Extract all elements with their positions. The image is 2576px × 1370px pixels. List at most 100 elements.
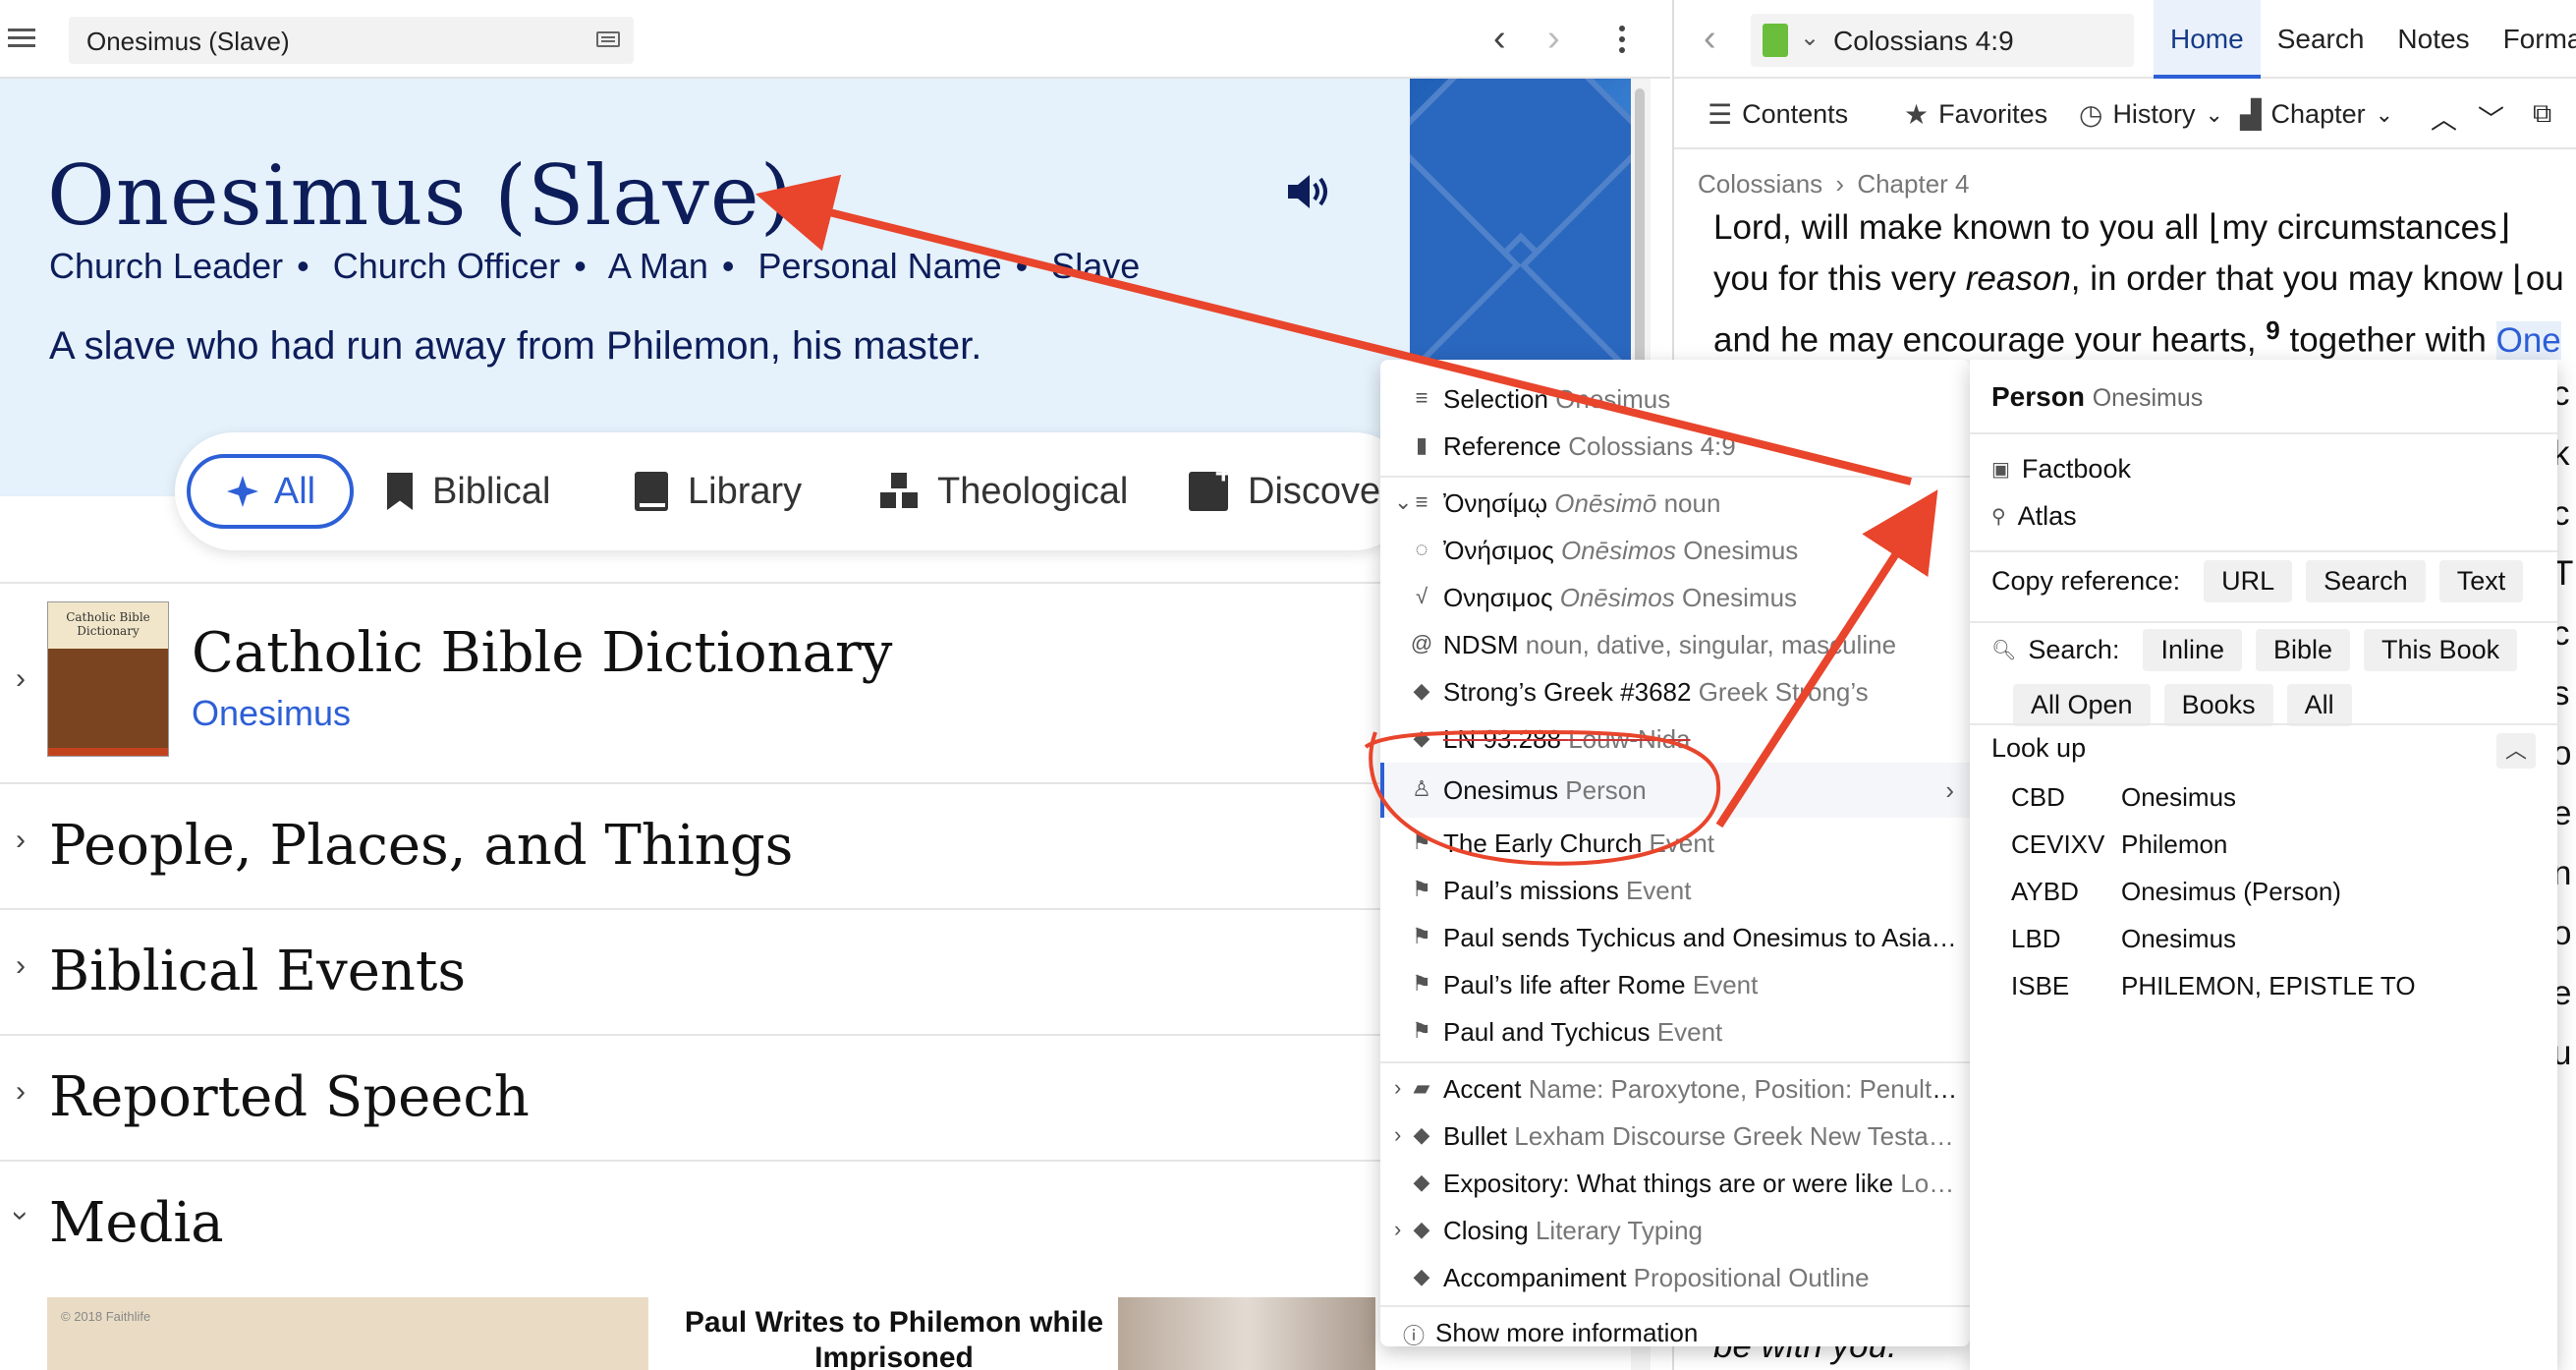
filter-label: Biblical	[432, 470, 551, 512]
chevron-right-icon[interactable]: ›	[1394, 1122, 1401, 1148]
atlas-link[interactable]: ⚲ Atlas	[1991, 501, 2077, 532]
screen: Onesimus (Slave) ‹ › Onesimus (Slave) Ch…	[0, 0, 2576, 1370]
tab-notes[interactable]: Notes	[2380, 0, 2486, 79]
breadcrumb-book[interactable]: Colossians	[1698, 169, 1822, 199]
menu-item-person[interactable]: ♙ Onesimus Person ›	[1380, 763, 1970, 818]
chevron-right-icon[interactable]: ›	[16, 949, 26, 983]
copy-search-button[interactable]: Search	[2306, 560, 2426, 602]
show-more-information[interactable]: ⓘ Show more information	[1380, 1309, 1970, 1356]
menu-item-event[interactable]: ⚑ The Early Church Event	[1380, 820, 1970, 867]
menu-item-closing[interactable]: › ◆ Closing Literary Typing	[1380, 1207, 1970, 1254]
menu-item-accompaniment[interactable]: ◆ Accompaniment Propositional Outline	[1380, 1254, 1970, 1301]
filter-all[interactable]: All	[187, 454, 354, 529]
chevron-right-icon[interactable]: ›	[1394, 1075, 1401, 1101]
cbd-title: Catholic Bible Dictionary	[192, 621, 893, 685]
media-caption[interactable]: Paul Writes to Philemon while Imprisoned	[648, 1297, 1140, 1370]
filter-bar: All Biblical Library Theological Discove	[175, 432, 1413, 550]
back-chevron-icon[interactable]: ‹	[1493, 18, 1506, 60]
tag-link[interactable]: A Man	[608, 246, 708, 286]
menu-item-expository[interactable]: ◆ Expository: What things are or were li…	[1380, 1160, 1970, 1207]
tag-link[interactable]: Church Officer	[333, 246, 560, 286]
lookup-item[interactable]: CEVIXV Philemon	[2011, 829, 2227, 860]
map-copyright: © 2018 Faithlife	[61, 1309, 151, 1324]
chevron-down-icon[interactable]: ›	[4, 1211, 37, 1221]
menu-item-accent[interactable]: › ▰ Accent Name: Paroxytone, Position: P…	[1380, 1065, 1970, 1113]
selected-word[interactable]: One	[2495, 320, 2561, 360]
tag-link[interactable]: Slave	[1051, 246, 1140, 286]
lookup-item[interactable]: CBD Onesimus	[2011, 782, 2236, 813]
menu-item-selection[interactable]: ≡ Selection Onesimus	[1380, 375, 1970, 423]
tag-link[interactable]: Church Leader	[49, 246, 283, 286]
submenu-header: Person Onesimus	[1991, 381, 2204, 412]
next-chapter-button[interactable]: ﹀	[2478, 98, 2504, 137]
keyboard-icon[interactable]	[596, 31, 620, 47]
menu-item-morphology[interactable]: @ NDSM noun, dative, singular, masculine	[1380, 621, 1970, 668]
section-title: Reported Speech	[49, 1065, 530, 1129]
link-icon[interactable]: ⧉	[2533, 98, 2551, 130]
tab-formatting[interactable]: Formatti	[2487, 0, 2576, 79]
tag-link[interactable]: Personal Name	[758, 246, 1002, 286]
search-bible-button[interactable]: Bible	[2256, 629, 2351, 671]
tab-search[interactable]: Search	[2261, 0, 2381, 79]
media-photo-thumbnail[interactable]	[1118, 1297, 1375, 1370]
menu-item-root[interactable]: √ Ονησιμος Onēsimos Onesimus	[1380, 574, 1970, 621]
search-row-2: All Open Books All	[2013, 684, 2366, 726]
text-lines-icon: ≡	[1415, 385, 1428, 410]
menu-item-inflected-form[interactable]: ⌄ ≡ Ὀνησίμῳ Onēsimō noun	[1380, 480, 1970, 527]
factbook-search-input[interactable]: Onesimus (Slave)	[69, 17, 634, 64]
search-books-button[interactable]: Books	[2163, 684, 2273, 726]
chevron-down-icon: ⌄	[2205, 101, 2223, 127]
section-title: People, Places, and Things	[49, 814, 794, 878]
filter-library[interactable]: Library	[635, 454, 802, 529]
diamond-icon: ◆	[1413, 1217, 1430, 1241]
copy-text-button[interactable]: Text	[2438, 560, 2524, 602]
favorites-button[interactable]: ★ Favorites	[1904, 98, 2047, 131]
filter-discover[interactable]: Discove	[1189, 454, 1380, 529]
search-this-book-button[interactable]: This Book	[2364, 629, 2518, 671]
menu-item-bullet[interactable]: › ◆ Bullet Lexham Discourse Greek New Te…	[1380, 1113, 1970, 1160]
menu-icon[interactable]	[8, 24, 37, 53]
menu-item-strongs[interactable]: ◆ Strong’s Greek #3682 Greek Strong’s	[1380, 668, 1970, 715]
chevron-down-icon[interactable]: ⌄	[1800, 24, 1820, 52]
forward-chevron-icon[interactable]: ›	[1547, 18, 1560, 60]
tab-home[interactable]: Home	[2154, 0, 2261, 79]
search-inline-button[interactable]: Inline	[2143, 629, 2242, 671]
previous-chapter-button[interactable]: ︿	[2431, 98, 2457, 137]
lookup-item[interactable]: ISBE PHILEMON, EPISTLE TO	[2011, 971, 2416, 1001]
info-icon: ⓘ	[1402, 1324, 1425, 1348]
collapse-chevron-up-icon[interactable]: ︿	[2496, 733, 2536, 769]
history-button[interactable]: ◷ History ⌄	[2079, 98, 2223, 131]
factbook-link[interactable]: ▣ Factbook	[1991, 454, 2131, 485]
copy-url-button[interactable]: URL	[2204, 560, 2293, 602]
menu-item-reference[interactable]: ▮ Reference Colossians 4:9	[1380, 423, 1970, 470]
verse-number[interactable]: 9	[2266, 315, 2279, 345]
chevron-right-icon[interactable]: ›	[16, 824, 26, 857]
menu-item-louw-nida[interactable]: ◆ LN 93.288 Louw-Nida	[1380, 715, 1970, 763]
filter-theological[interactable]: Theological	[880, 454, 1128, 529]
menu-item-event[interactable]: ⚑ Paul’s missions Event	[1380, 867, 1970, 914]
back-chevron-icon[interactable]: ‹	[1704, 18, 1716, 60]
contents-button[interactable]: ☰ Contents	[1708, 98, 1848, 131]
chevron-right-icon[interactable]: ›	[16, 1075, 26, 1109]
filter-biblical[interactable]: Biblical	[387, 454, 550, 529]
menu-item-event[interactable]: ⚑ Paul sends Tychicus and Onesimus to As…	[1380, 914, 1970, 961]
lookup-item[interactable]: AYBD Onesimus (Person)	[2011, 877, 2341, 907]
media-map-thumbnail[interactable]: © 2018 Faithlife	[47, 1297, 648, 1370]
search-all-button[interactable]: All	[2286, 684, 2352, 726]
breadcrumb-chapter[interactable]: Chapter 4	[1857, 169, 1969, 199]
lookup-item[interactable]: LBD Onesimus	[2011, 924, 2236, 954]
search-all-open-button[interactable]: All Open	[2013, 684, 2151, 726]
cbd-article-link[interactable]: Onesimus	[192, 693, 351, 734]
flag-icon: ⚑	[1412, 924, 1431, 948]
chevron-right-icon[interactable]: ›	[16, 662, 26, 696]
chevron-up-icon: ︿	[2431, 105, 2457, 135]
text-line: and he may encourage your hearts, 9 toge…	[1713, 315, 2561, 360]
speaker-icon[interactable]	[1282, 167, 1331, 216]
menu-item-event[interactable]: ⚑ Paul and Tychicus Event	[1380, 1008, 1970, 1056]
more-options-icon[interactable]	[1619, 26, 1627, 58]
chapter-button[interactable]: ▟ Chapter ⌄	[2240, 98, 2393, 131]
resource-selector[interactable]: ⌄ Colossians 4:9	[1751, 14, 2134, 67]
menu-item-event[interactable]: ⚑ Paul’s life after Rome Event	[1380, 961, 1970, 1008]
chevron-right-icon[interactable]: ›	[1394, 1217, 1401, 1242]
menu-item-lemma[interactable]: ◌ Ὀνήσιμος Onēsimos Onesimus	[1380, 527, 1970, 574]
